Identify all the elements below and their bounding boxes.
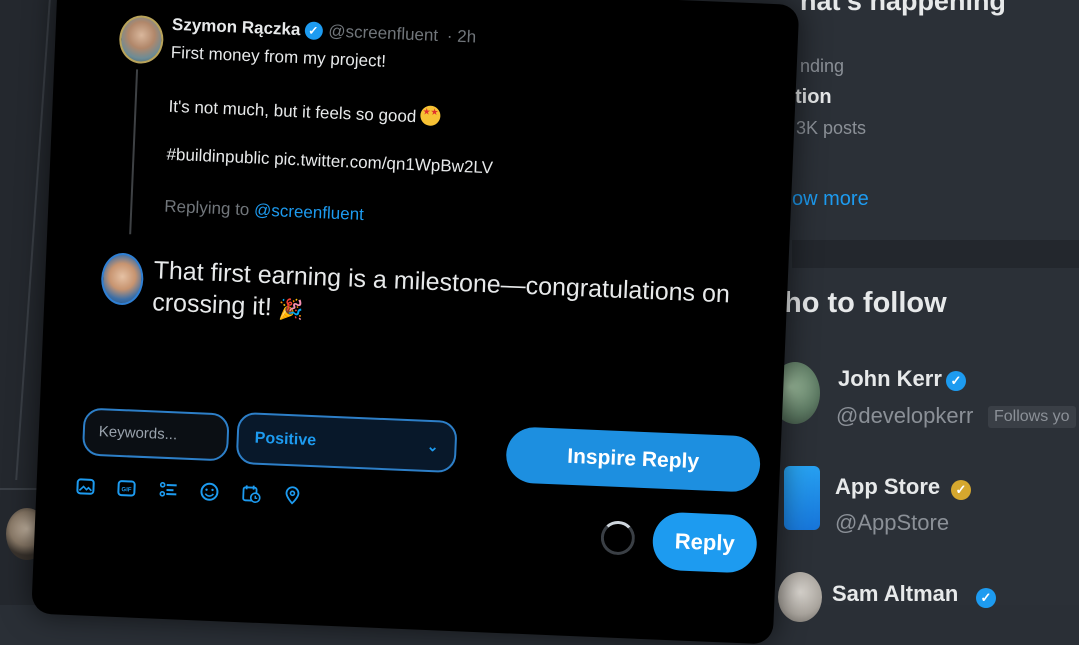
replying-prefix: Replying to [164, 197, 254, 220]
tone-select[interactable]: Positive ⌄ [236, 412, 458, 473]
poll-icon[interactable] [157, 480, 180, 503]
replying-to: Replying to @screenfluent [164, 197, 364, 225]
who-to-follow-title: ho to follow [784, 287, 947, 320]
chevron-down-icon: ⌄ [426, 422, 440, 470]
image-icon[interactable] [74, 476, 97, 499]
gif-icon[interactable]: GIF [115, 478, 138, 501]
replying-handle-link[interactable]: @screenfluent [254, 200, 365, 224]
follow-handle-john-kerr: @developkerr [836, 403, 973, 429]
follow-handle-app-store: @AppStore [835, 510, 949, 536]
tweet-author-handle[interactable]: @screenfluent [328, 21, 439, 45]
tone-select-value: Positive [254, 430, 316, 450]
follows-you-badge: Follows yo [988, 406, 1076, 428]
tweet-text-line2-wrap: It's not much, but it feels so good [168, 95, 441, 128]
tweet-text-line2: It's not much, but it feels so good [168, 97, 417, 126]
emoji-icon[interactable] [198, 481, 221, 504]
reply-modal: Szymon Rączka✓ @screenfluent · 2h First m… [31, 0, 799, 645]
gold-verified-badge-icon: ✓ [951, 480, 971, 500]
tweet-author-avatar[interactable] [118, 15, 164, 65]
sam-altman-avatar[interactable] [778, 572, 822, 622]
inspire-reply-button[interactable]: Inspire Reply [505, 426, 761, 493]
thread-connector-line [129, 69, 138, 234]
tweet-text-line1: First money from my project! [170, 43, 386, 72]
tweet-author-name[interactable]: Szymon Rączka [172, 15, 301, 39]
follow-name-app-store[interactable]: App Store [835, 474, 940, 500]
svg-text:GIF: GIF [122, 487, 133, 493]
trend-category: nding [800, 56, 844, 77]
verified-badge-icon: ✓ [946, 371, 966, 391]
reply-button[interactable]: Reply [652, 511, 758, 573]
tweet-header: Szymon Rączka✓ @screenfluent · 2h [172, 15, 477, 48]
reply-composer[interactable]: That first earning is a milestone—congra… [152, 254, 754, 345]
follow-name-sam-altman[interactable]: Sam Altman [832, 581, 958, 607]
sidebar-section-separator [792, 240, 1079, 268]
star-struck-emoji-icon [420, 105, 441, 126]
party-popper-emoji-icon: 🎉 [278, 294, 304, 327]
trend-name[interactable]: tion [795, 86, 832, 109]
app-store-avatar[interactable] [784, 466, 820, 530]
keywords-input[interactable]: Keywords... [82, 407, 230, 461]
location-icon[interactable] [281, 485, 304, 508]
trends-title: hat's happening [800, 0, 1006, 17]
composer-toolbar: GIF [74, 476, 319, 516]
tweet-text-line3[interactable]: #buildinpublic pic.twitter.com/qn1WpBw2L… [166, 145, 493, 179]
verified-badge-icon: ✓ [976, 588, 996, 608]
show-more-link[interactable]: ow more [792, 188, 869, 211]
trend-post-count: 3K posts [796, 118, 866, 139]
loading-spinner-icon [600, 520, 635, 555]
reply-text[interactable]: That first earning is a milestone—congra… [152, 256, 731, 321]
tweet-age: · 2h [446, 26, 476, 46]
verified-badge-icon: ✓ [304, 21, 323, 40]
follow-name-john-kerr[interactable]: John Kerr [838, 366, 942, 392]
my-avatar [100, 252, 144, 306]
schedule-icon[interactable] [240, 483, 263, 506]
